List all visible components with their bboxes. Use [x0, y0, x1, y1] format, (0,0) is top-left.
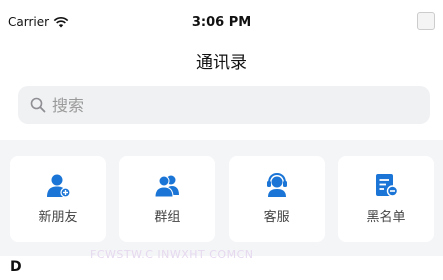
watermark: FCWSTW.C INWXHT COMCN	[90, 248, 254, 261]
blacklist-button[interactable]: 黑名单	[337, 156, 434, 242]
search-bar[interactable]	[18, 86, 430, 124]
search-input[interactable]	[52, 86, 412, 124]
search-icon	[30, 97, 46, 113]
navigation-bar: 通讯录	[0, 40, 443, 76]
customer-service-label: 客服	[263, 210, 290, 225]
status-time: 3:06 PM	[191, 15, 252, 30]
battery-icon	[417, 12, 435, 30]
new-friend-icon	[47, 174, 71, 198]
contacts-section-header: D	[10, 259, 22, 275]
customer-service-button[interactable]: 客服	[228, 156, 325, 242]
quick-actions: 新朋友 群组 客服 黑名单	[10, 156, 434, 242]
new-friend-label: 新朋友	[38, 210, 78, 225]
status-bar: Carrier 3:06 PM	[0, 0, 443, 30]
group-button[interactable]: 群组	[119, 156, 216, 242]
group-icon	[154, 175, 180, 198]
blacklist-icon	[375, 174, 399, 197]
group-label: 群组	[154, 210, 181, 225]
page-title: 通讯录	[196, 53, 247, 73]
customer-service-icon	[266, 172, 287, 197]
blacklist-label: 黑名单	[366, 210, 406, 225]
new-friend-button[interactable]: 新朋友	[10, 156, 106, 242]
